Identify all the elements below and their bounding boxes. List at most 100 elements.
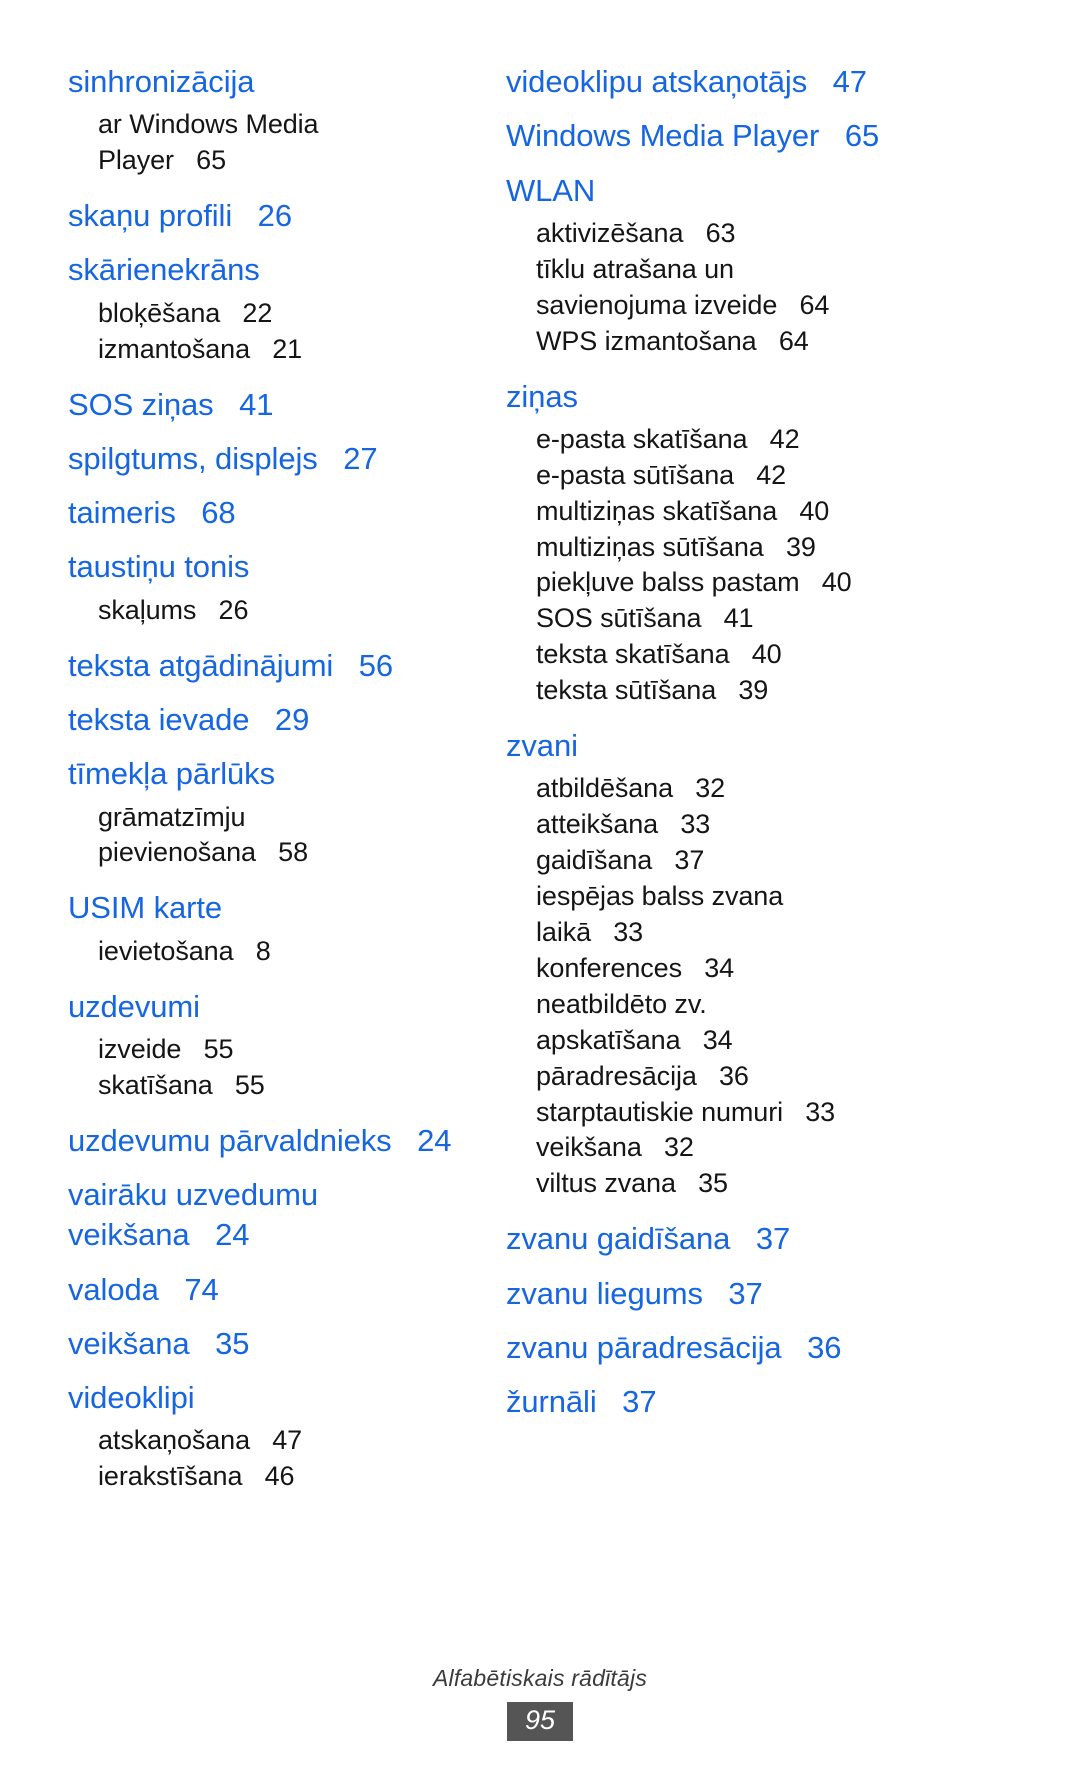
index-entry-label: multiziņas skatīšana: [536, 495, 778, 526]
index-entry-gap: [777, 290, 799, 320]
index-entry-subitem: ierakstīšana 46: [68, 1459, 480, 1495]
index-entry-label: skatīšana: [98, 1069, 213, 1100]
index-entry-heading: teksta ievade 29: [68, 700, 480, 740]
index-entry-heading: taustiņu tonis: [68, 547, 480, 587]
index-entry-page-number: 68: [201, 495, 236, 531]
index-entry-heading: taimeris 68: [68, 493, 480, 533]
index-entry-heading: zvanu pāradresācija 36: [506, 1328, 1040, 1368]
index-entry-gap: [181, 1034, 203, 1064]
index-entry-subitem: ievietošana 8: [68, 934, 480, 970]
index-entry-subitem: WPS izmantošana 64: [506, 324, 1040, 360]
index-entry-heading: žurnāli 37: [506, 1382, 1040, 1422]
index-entry-page-number: 65: [844, 118, 880, 154]
index-entry-gap: [757, 326, 779, 356]
index-entry-label: e-pasta sūtīšana: [536, 459, 735, 490]
index-entry-label: konferences: [536, 952, 682, 983]
index-entry-gap: [673, 773, 695, 803]
index-entry-label: WPS izmantošana: [536, 325, 757, 356]
index-entry-subitem: teksta skatīšana 40: [506, 637, 1040, 673]
index-entry-page-number: 27: [343, 440, 378, 476]
index-entry-page-number: 36: [719, 1060, 749, 1091]
index-entry-page-number: 37: [755, 1221, 791, 1257]
index-entry-heading: skārienekrāns: [68, 250, 480, 290]
index-entry-gap: [747, 424, 769, 454]
index-entry-gap: [730, 639, 752, 669]
index-entry-gap: [392, 1123, 418, 1158]
index-entry-page-number: 37: [728, 1275, 763, 1311]
index-entry-label: piekļuve balss pastam: [536, 567, 800, 598]
index-entry-heading: videoklipi: [68, 1378, 480, 1418]
index-entry-subitem: tīklu atrašana un savienojuma izveide 64: [506, 252, 1040, 324]
index-entry-gap: [214, 387, 240, 422]
index-column-left: sinhronizācija ar Windows Media Player 65…: [0, 62, 490, 1495]
index-entry-gap: [196, 595, 218, 625]
index-entry-gap: [250, 1425, 272, 1455]
index-entry-label: teksta ievade: [68, 701, 250, 737]
index-entry-label: zvani: [506, 728, 578, 764]
index-entry-heading: sinhronizācija: [68, 62, 480, 102]
index-entry-subitem: skatīšana 55: [68, 1068, 480, 1104]
index-entry-page-number: 39: [785, 531, 816, 562]
index-entry-page-number: 47: [272, 1425, 303, 1456]
index-entry-subitem: e-pasta skatīšana 42: [506, 422, 1040, 458]
index-entry-label: spilgtums, displejs: [68, 440, 318, 476]
index-entry-heading: teksta atgādinājumi 56: [68, 646, 480, 686]
index-entry-page-number: 35: [215, 1325, 250, 1361]
index-entry-gap: [703, 1276, 729, 1311]
index-entry-label: videoklipu atskaņotājs: [506, 64, 808, 99]
index-entry-subitem: e-pasta sūtīšana 42: [506, 458, 1040, 494]
index-entry-page-number: 26: [257, 198, 292, 234]
index-entry-heading: SOS ziņas 41: [68, 385, 480, 425]
index-entry-subitem: multiziņas skatīšana 40: [506, 494, 1040, 530]
index-entry-page-number: 33: [613, 916, 644, 947]
index-entry-page-number: 42: [756, 459, 787, 490]
index-entry-label: ievietošana: [98, 935, 234, 966]
index-entry-page-number: 41: [723, 603, 754, 634]
index-entry-heading: vairāku uzvedumu veikšana 24: [68, 1175, 480, 1256]
index-entry-label: veikšana: [68, 1325, 190, 1361]
index-entry-label: skaļums: [98, 594, 197, 625]
index-entry-label: izmantošana: [98, 333, 250, 364]
index-entry-subitem: teksta sūtīšana 39: [506, 673, 1040, 709]
index-entry-gap: [676, 1168, 698, 1198]
footer-section-label: Alfabētiskais rādītājs: [432, 1664, 648, 1691]
index-columns: sinhronizācija ar Windows Media Player 65…: [0, 62, 1080, 1495]
index-entry-subitem: viltus zvana 35: [506, 1166, 1040, 1202]
index-entry-page-number: 34: [702, 1024, 733, 1055]
index-entry-gap: [174, 145, 196, 175]
index-entry-page-number: 55: [234, 1069, 265, 1100]
index-entry-gap: [716, 675, 738, 705]
index-entry-page-number: 32: [663, 1132, 694, 1163]
index-entry-page-number: 56: [358, 647, 394, 683]
index-entry-heading: zvanu liegums 37: [506, 1274, 1040, 1314]
index-entry-page-number: 37: [622, 1384, 657, 1420]
index-entry-label: bloķēšana: [98, 297, 221, 328]
index-entry-heading: tīmekļa pārlūks: [68, 754, 480, 794]
index-entry-label: starptautiskie numuri: [536, 1096, 784, 1127]
index-entry-label: zvanu pāradresācija: [506, 1329, 782, 1365]
index-entry-gap: [730, 1221, 756, 1256]
index-entry-label: viltus zvana: [536, 1168, 676, 1199]
index-entry-gap: [658, 809, 680, 839]
index-entry-heading: videoklipu atskaņotājs 47: [506, 62, 1040, 102]
index-entry-page-number: 74: [184, 1271, 219, 1307]
index-entry-label: atskaņošana: [98, 1425, 251, 1456]
index-entry-gap: [176, 495, 202, 530]
index-entry-label: SOS ziņas: [68, 386, 214, 422]
index-entry-subitem: iespējas balss zvana laikā 33: [506, 879, 1040, 951]
index-entry-subitem: grāmatzīmju pievienošana 58: [68, 800, 480, 872]
index-entry-subitem: atbildēšana 32: [506, 771, 1040, 807]
index-entry-page-number: 32: [695, 773, 726, 804]
index-entry-gap: [242, 1461, 264, 1491]
index-entry-subitem: izveide 55: [68, 1032, 480, 1068]
index-entry-label: valoda: [68, 1271, 159, 1307]
index-entry-subitem: konferences 34: [506, 951, 1040, 987]
index-entry-heading: uzdevumu pārvaldnieks 24: [68, 1121, 480, 1161]
index-entry-gap: [213, 1070, 235, 1100]
index-entry-label: zvanu liegums: [506, 1275, 703, 1311]
index-entry-gap: [652, 845, 674, 875]
index-entry-heading: uzdevumi: [68, 987, 480, 1027]
index-entry-gap: [249, 702, 275, 737]
index-entry-subitem: izmantošana 21: [68, 332, 480, 368]
index-column-right: videoklipu atskaņotājs 47 Windows Media P…: [490, 62, 1080, 1422]
